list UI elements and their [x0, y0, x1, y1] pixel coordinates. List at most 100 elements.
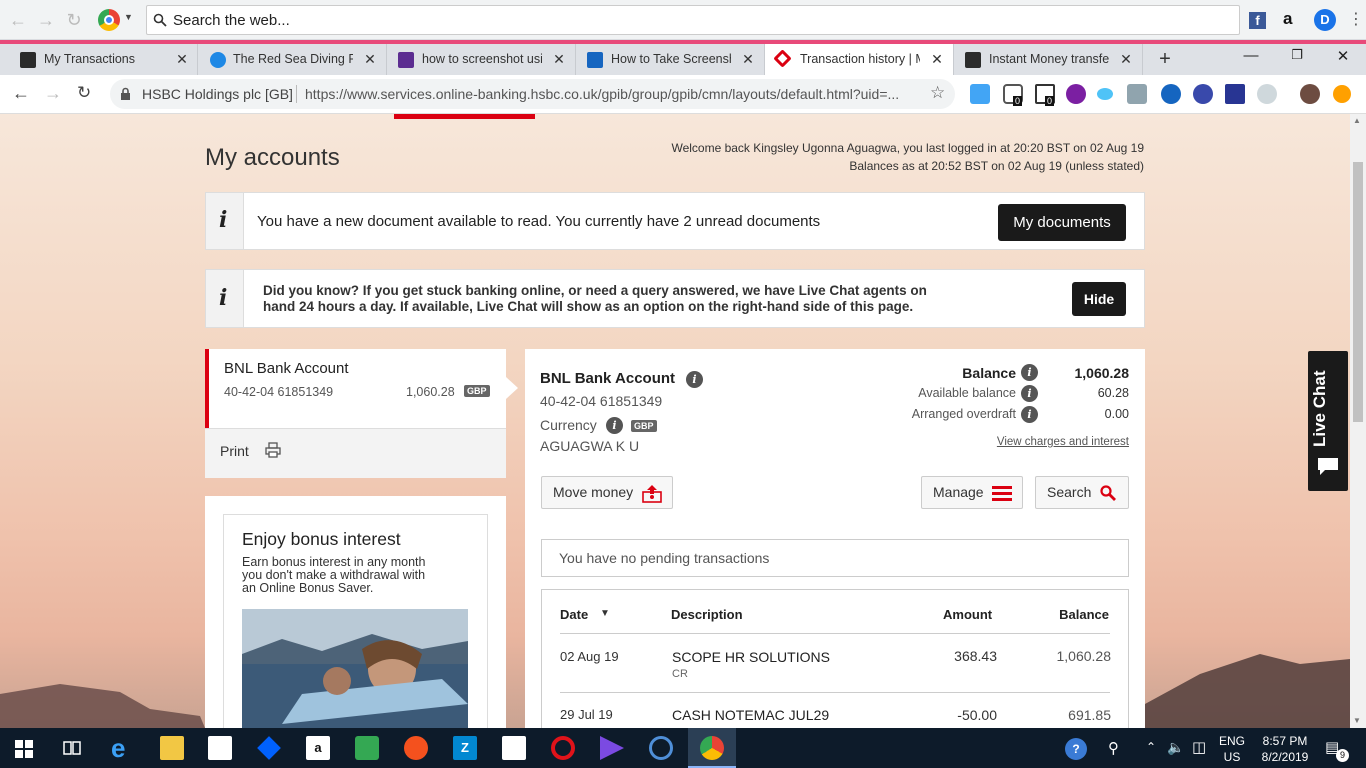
tab-how-to-screenshot[interactable]: how to screenshot usin ✕: [387, 44, 576, 75]
available-balance-value: 60.28: [1097, 386, 1129, 400]
move-money-button[interactable]: Move money: [541, 476, 673, 509]
avatar[interactable]: [1300, 84, 1320, 104]
hsbc-favicon: [773, 49, 792, 68]
info-icon[interactable]: i: [686, 371, 703, 388]
balance-value: 1,060.28: [1074, 365, 1130, 381]
task-view-icon[interactable]: [62, 739, 82, 757]
view-charges-link[interactable]: View charges and interest: [997, 436, 1129, 448]
store-icon[interactable]: [208, 736, 232, 760]
date-column-header[interactable]: Date: [560, 607, 588, 622]
close-icon[interactable]: ✕: [741, 51, 755, 68]
row-balance: 691.85: [1068, 707, 1111, 723]
close-icon[interactable]: ✕: [930, 51, 944, 68]
table-row[interactable]: 02 Aug 19 SCOPE HR SOLUTIONS CR 368.43 1…: [542, 634, 1130, 692]
input-language[interactable]: ENG US: [1219, 733, 1245, 765]
back-icon[interactable]: ←: [8, 10, 28, 30]
web-extension-icon[interactable]: [1257, 84, 1277, 104]
tab-red-sea[interactable]: The Red Sea Diving Res ✕: [198, 44, 387, 75]
forward-icon[interactable]: →: [44, 83, 62, 104]
minimize-icon[interactable]: —: [1239, 47, 1263, 64]
web-search-input[interactable]: Search the web...: [146, 5, 1240, 35]
chevron-up-icon[interactable]: ⌃: [1146, 740, 1156, 754]
scroll-down-icon[interactable]: ▼: [1353, 716, 1361, 725]
info-icon[interactable]: i: [1021, 406, 1038, 423]
grid-extension-icon[interactable]: [1225, 84, 1245, 104]
app-icon[interactable]: [404, 736, 428, 760]
app-icon[interactable]: [649, 736, 673, 760]
sort-down-icon[interactable]: ▼: [600, 608, 610, 619]
manage-button[interactable]: Manage: [921, 476, 1023, 509]
print-section[interactable]: Print: [205, 428, 506, 478]
search-button[interactable]: Search: [1035, 476, 1129, 509]
notice-text: Did you know? If you get stuck banking o…: [263, 283, 927, 315]
globe-extension-icon[interactable]: [1161, 84, 1181, 104]
tab-transaction-history[interactable]: Transaction history | My ✕: [765, 44, 954, 75]
search-toolbar: ← → ↻ ▼ Search the web... f a D ⋮: [0, 0, 1366, 40]
vpn-extension-icon[interactable]: [1193, 84, 1213, 104]
menu-dots-icon[interactable]: ⋮: [1348, 9, 1364, 29]
info-icon[interactable]: i: [1021, 385, 1038, 402]
close-icon[interactable]: ✕: [363, 51, 377, 68]
welcome-message: Welcome back Kingsley Ugonna Aguagwa, yo…: [671, 139, 1144, 175]
url-bar[interactable]: HSBC Holdings plc [GB] https://www.servi…: [110, 79, 955, 109]
mail-icon[interactable]: [502, 736, 526, 760]
chrome-taskbar-button[interactable]: [688, 728, 736, 768]
scrollbar-thumb[interactable]: [1353, 162, 1363, 422]
scroll-up-icon[interactable]: ▲: [1353, 116, 1361, 125]
file-explorer-icon[interactable]: [160, 736, 184, 760]
network-icon[interactable]: ◫: [1192, 738, 1206, 756]
edge-icon[interactable]: e: [111, 735, 135, 761]
window-close-icon[interactable]: ✕: [1331, 47, 1355, 65]
available-balance-label: Available balance: [918, 386, 1016, 400]
tab-how-to-take-screenshot[interactable]: How to Take Screensho ✕: [576, 44, 765, 75]
podcast-extension-icon[interactable]: [1066, 84, 1086, 104]
close-icon[interactable]: ✕: [175, 51, 189, 68]
amazon-icon[interactable]: a: [1283, 9, 1292, 29]
volume-icon[interactable]: 🔈: [1167, 739, 1184, 756]
help-icon[interactable]: ?: [1065, 738, 1087, 760]
back-icon[interactable]: ←: [12, 83, 30, 104]
amazon-app-icon[interactable]: a: [306, 736, 330, 760]
reload-icon[interactable]: ↻: [77, 83, 91, 103]
tab-title: How to Take Screensho: [611, 52, 731, 66]
close-icon[interactable]: ✕: [552, 51, 566, 68]
live-chat-button[interactable]: Live Chat: [1308, 351, 1348, 491]
tripadvisor-icon[interactable]: [355, 736, 379, 760]
balance-column-header: Balance: [1059, 607, 1109, 622]
windows-start-icon[interactable]: [15, 740, 33, 758]
language-code: ENG: [1219, 734, 1246, 748]
restore-icon[interactable]: ❐: [1285, 47, 1309, 63]
menu-icon: [992, 486, 1012, 501]
tab-my-transactions[interactable]: My Transactions ✕: [0, 44, 198, 75]
hide-button[interactable]: Hide: [1072, 282, 1126, 316]
chrome-logo-icon[interactable]: [98, 9, 120, 31]
chevron-down-icon[interactable]: ▼: [124, 12, 133, 22]
clock[interactable]: 8:57 PM 8/2/2019: [1256, 733, 1314, 765]
tab-instant-money[interactable]: Instant Money transfer ✕: [954, 44, 1143, 75]
account-card[interactable]: BNL Bank Account 40-42-04 61851349 1,060…: [205, 349, 518, 428]
update-icon[interactable]: [1333, 85, 1351, 103]
people-icon[interactable]: ⚲: [1108, 739, 1119, 757]
trophy-extension-icon[interactable]: [1127, 84, 1147, 104]
my-documents-button[interactable]: My documents: [998, 204, 1126, 241]
extension-icon[interactable]: [970, 84, 990, 104]
printer-icon[interactable]: [265, 442, 281, 458]
close-icon[interactable]: ✕: [1119, 51, 1133, 68]
info-icon[interactable]: i: [606, 417, 623, 434]
new-tab-icon[interactable]: +: [1156, 48, 1174, 71]
currency-label: Currency: [540, 417, 597, 433]
profile-icon[interactable]: D: [1314, 9, 1336, 31]
info-icon[interactable]: i: [1021, 364, 1038, 381]
opera-icon[interactable]: [551, 736, 575, 760]
reload-icon[interactable]: ↻: [64, 10, 84, 30]
table-row[interactable]: 29 Jul 19 CASH NOTEMAC JUL29 -50.00 691.…: [542, 693, 1130, 728]
extension-badge: 0: [1045, 96, 1055, 106]
page-scrollbar[interactable]: ▲ ▼: [1350, 114, 1366, 728]
notice-line-2: hand 24 hours a day. If available, Live …: [263, 299, 914, 314]
z-app-icon[interactable]: Z: [453, 736, 477, 760]
cloud-extension-icon[interactable]: [1097, 88, 1113, 100]
forward-icon[interactable]: →: [36, 10, 56, 30]
bookmark-star-icon[interactable]: ☆: [930, 83, 945, 103]
facebook-icon[interactable]: f: [1249, 12, 1266, 29]
promo-card[interactable]: Enjoy bonus interest Earn bonus interest…: [223, 514, 488, 728]
